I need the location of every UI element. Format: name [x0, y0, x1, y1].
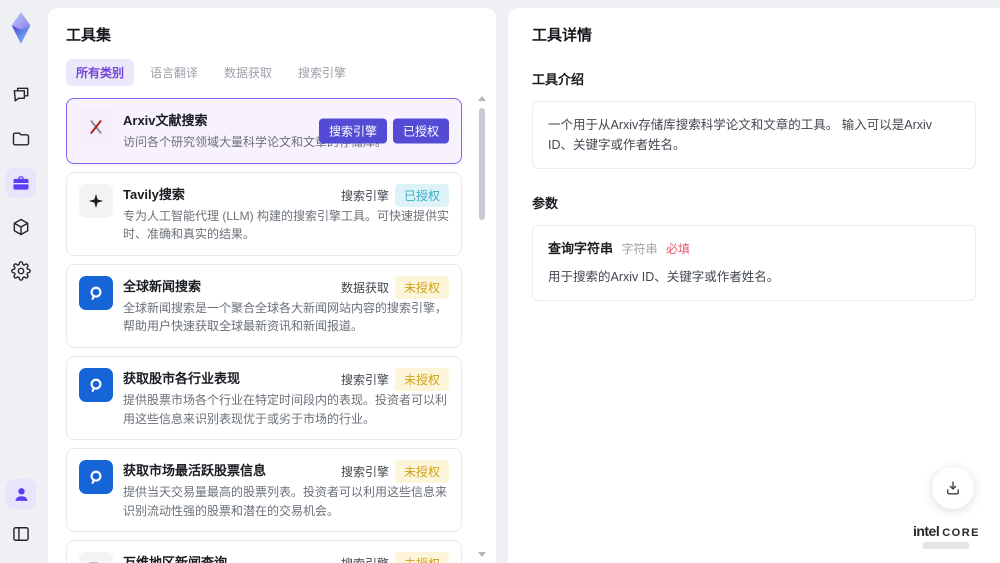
category-label: 搜索引擎	[340, 372, 389, 387]
scroll-down-arrow[interactable]	[478, 552, 486, 557]
status-badge: 未授权	[394, 275, 449, 299]
page-title: 工具集	[66, 27, 112, 44]
category-label: 搜索引擎	[340, 465, 389, 480]
gear-icon	[11, 261, 31, 281]
news-app-icon	[79, 367, 113, 402]
tool-list: Arxiv文献搜索 访问各个研究领域大量科学论文和文章的存储库。 搜索引擎 已授…	[66, 98, 478, 563]
sidebar-rail	[0, 0, 42, 563]
tool-card-regional-news[interactable]: 万维地区新闻查询 查询具体行政区划内的新闻，快速了解各地新闻动 搜索引擎 未授权	[66, 540, 462, 563]
tab-data-fetch[interactable]: 数据获取	[214, 59, 282, 86]
category-label: 搜索引擎	[340, 188, 389, 203]
tool-card-global-news[interactable]: 全球新闻搜索 全球新闻搜索是一个聚合全球各大新闻网站内容的搜索引擎，帮助用户快速…	[66, 263, 462, 348]
download-icon	[947, 481, 959, 495]
tab-translation[interactable]: 语言翻译	[140, 59, 208, 86]
download-button[interactable]	[932, 467, 974, 509]
param-name: 查询字符串	[548, 241, 614, 256]
param-type: 字符串	[621, 242, 658, 256]
chat-icon	[13, 87, 29, 102]
brand-core: core	[942, 527, 980, 539]
tool-detail-panel: 工具详情 工具介绍 一个用于从Arxiv存储库搜索科学论文和文章的工具。 输入可…	[508, 8, 1000, 563]
sidebar-item-settings[interactable]	[6, 256, 36, 286]
status-badge: 未授权	[394, 367, 449, 391]
list-scrollbar[interactable]	[477, 96, 487, 557]
sidebar-item-chat[interactable]	[6, 80, 36, 110]
intro-box: 一个用于从Arxiv存储库搜索科学论文和文章的工具。 输入可以是Arxiv ID…	[532, 101, 976, 169]
tab-all-categories[interactable]: 所有类别	[66, 59, 135, 86]
folder-icon	[12, 132, 30, 146]
tool-card-sector-performance[interactable]: 获取股市各行业表现 提供股票市场各个行业在特定时间段内的表现。投资者可以利用这些…	[66, 355, 462, 441]
panel-toggle-icon	[13, 527, 29, 541]
intro-heading: 工具介绍	[532, 72, 585, 87]
category-label: 搜索引擎	[341, 555, 389, 563]
brand-intel: intel	[912, 523, 940, 539]
news-app-icon	[79, 460, 113, 495]
tool-card-active-stocks[interactable]: 获取市场最活跃股票信息 提供当天交易量最高的股票列表。投资者可以利用这些信息来识…	[66, 448, 462, 533]
category-tabs: 所有类别 语言翻译 数据获取 搜索引擎	[66, 59, 478, 86]
status-badge: 未授权	[394, 460, 449, 484]
scrollbar-thumb[interactable]	[479, 108, 485, 220]
sidebar-item-files[interactable]	[6, 124, 36, 154]
status-badge: 未授权	[394, 552, 449, 563]
tool-description: 提供当天交易量最高的股票列表。投资者可以利用这些信息来识别流动性强的股票和潜在的…	[123, 485, 448, 518]
category-label: 数据获取	[340, 280, 389, 295]
tool-list-panel: 工具集 所有类别 语言翻译 数据获取 搜索引擎 Arxiv文献搜索 访问各个研究…	[48, 8, 496, 563]
arxiv-logo-icon	[79, 110, 113, 144]
sidebar-item-packages[interactable]	[6, 212, 36, 242]
param-box: 查询字符串 字符串 必填 用于搜索的Arxiv ID、关键字或作者姓名。	[532, 225, 976, 301]
param-required-label: 必填	[666, 242, 691, 256]
sidebar-item-collapse[interactable]	[6, 519, 36, 549]
sidebar-item-tools[interactable]	[6, 168, 36, 198]
brand-subtext-bar	[923, 542, 970, 549]
detail-title: 工具详情	[532, 27, 593, 44]
category-badge: 搜索引擎	[318, 118, 387, 144]
intel-core-logo: intel core	[913, 523, 980, 549]
tool-description: 全球新闻搜索是一个聚合全球各大新闻网站内容的搜索引擎，帮助用户快速获取全球最新资…	[123, 300, 448, 334]
app-logo[interactable]	[5, 10, 37, 46]
sidebar-item-profile[interactable]	[6, 479, 36, 509]
news-app-icon	[79, 275, 113, 310]
tab-search-engine[interactable]: 搜索引擎	[288, 59, 356, 86]
tool-card-arxiv[interactable]: Arxiv文献搜索 访问各个研究领域大量科学论文和文章的存储库。 搜索引擎 已授…	[66, 98, 462, 164]
param-description: 用于搜索的Arxiv ID、关键字或作者姓名。	[548, 269, 780, 284]
params-heading: 参数	[532, 196, 559, 211]
intro-text: 一个用于从Arxiv存储库搜索科学论文和文章的工具。 输入可以是Arxiv ID…	[548, 118, 933, 152]
cube-icon	[13, 218, 29, 236]
building-icon	[79, 552, 113, 563]
param-header: 查询字符串 字符串 必填	[548, 239, 960, 260]
tool-description: 提供股票市场各个行业在特定时间段内的表现。投资者可以利用这些信息来识别表现优于或…	[123, 392, 448, 426]
tavily-star-icon	[79, 183, 113, 218]
toolbox-icon	[13, 176, 29, 190]
user-icon	[15, 487, 27, 501]
scroll-up-arrow[interactable]	[478, 96, 486, 101]
tool-card-tavily[interactable]: Tavily搜索 专为人工智能代理 (LLM) 构建的搜索引擎工具。可快速提供实…	[66, 171, 462, 256]
tool-description: 专为人工智能代理 (LLM) 构建的搜索引擎工具。可快速提供实时、准确和真实的结…	[123, 208, 450, 242]
status-badge: 已授权	[392, 118, 449, 144]
status-badge: 已授权	[394, 183, 449, 207]
